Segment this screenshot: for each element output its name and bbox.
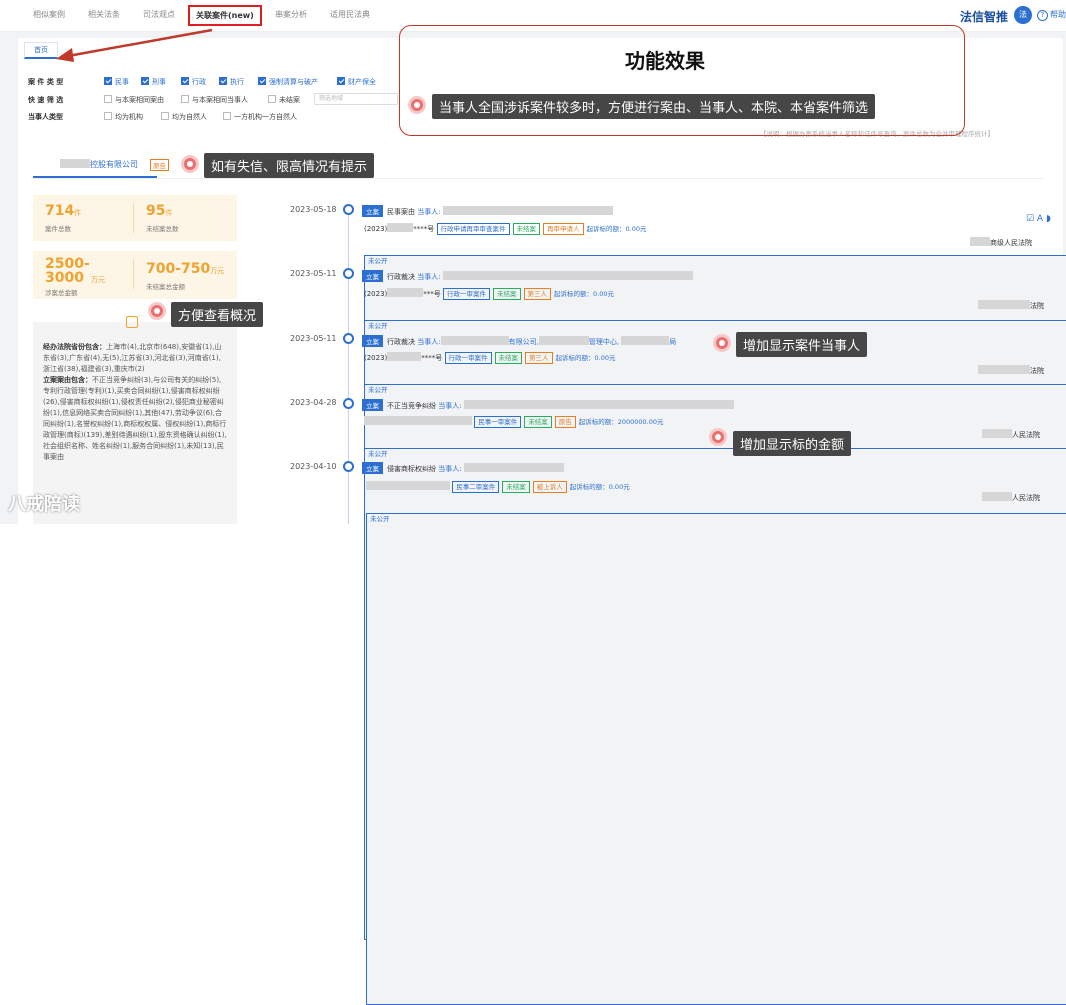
- case-date: 2023-04-10: [290, 462, 337, 471]
- reasons-title: 立案案由包含：: [43, 376, 92, 384]
- divider: [33, 178, 1043, 179]
- timeline-dot: [343, 461, 354, 472]
- case-date: 2023-05-18: [290, 205, 337, 214]
- annotation-amount: 增加显示标的金额: [733, 431, 852, 456]
- annotation-overview: 方便查看概况: [171, 302, 264, 327]
- case-header[interactable]: 立案 民事案由 当事人:: [362, 205, 613, 217]
- watermark: 八戒陪读: [8, 494, 80, 515]
- open-cases-label: 未结案总数: [146, 225, 179, 233]
- stats-cases: 714件 案件总数 95件 未结案总数: [33, 195, 237, 241]
- role-badge: 原告: [150, 159, 169, 171]
- pin-icon: [181, 155, 199, 173]
- open-amount-label: 未结案总金额: [146, 283, 185, 291]
- summary-icon[interactable]: [126, 316, 138, 328]
- case-details: (2023) ****号 行政申请再审审查案件 未结案 未公开 再审申请人 起诉标的额：0…: [364, 223, 1066, 747]
- pin-icon: [148, 302, 166, 320]
- court-name: 人民法院: [982, 429, 1040, 440]
- court-name: 法院: [978, 365, 1044, 376]
- case-header[interactable]: 立案 不正当竞争纠纷 当事人:: [362, 399, 734, 411]
- company-name[interactable]: 控股有限公司: [60, 159, 138, 170]
- timeline-axis: [348, 207, 349, 524]
- pin-icon: [713, 334, 731, 352]
- reasons-text: 不正当竞争纠纷(3),与公司有关的纠纷(5),专利行政管理(专利)(1),买卖合…: [43, 376, 227, 461]
- court-name: 商级人民法院: [970, 237, 1032, 248]
- pin-icon: [709, 428, 727, 446]
- open-amount-number: 700-750万元: [146, 261, 225, 277]
- case-date: 2023-05-11: [290, 269, 337, 278]
- court-name: 人民法院: [982, 492, 1040, 503]
- case-details: (2023) ****号 行政一审案件 未结案 未公开 第三人 起诉标的额：0.00元: [364, 352, 1066, 876]
- case-header[interactable]: 立案 侵害商标权纠纷 当事人:: [362, 462, 564, 474]
- total-cases-label: 案件总数: [45, 225, 71, 233]
- courts-title: 经办法院省份包含：: [43, 343, 106, 351]
- timeline-dot: [343, 268, 354, 279]
- side-tools[interactable]: ☑ A ◗: [1026, 214, 1051, 224]
- case-details: 民事二审案件 未结案 未公开 被上诉人 起诉标的额：0.00元: [366, 481, 1066, 1005]
- case-date: 2023-05-11: [290, 334, 337, 343]
- open-cases-number: 95件: [146, 203, 173, 219]
- court-name: 法院: [978, 300, 1044, 311]
- case-header[interactable]: 立案 行政裁决 当事人: 有限公司, 管理中心, 局: [362, 335, 676, 347]
- timeline-dot: [343, 204, 354, 215]
- total-cases-number: 714件: [45, 203, 82, 219]
- timeline-dot: [343, 398, 354, 409]
- timeline-dot: [343, 333, 354, 344]
- total-amount-label: 涉案总金额: [45, 289, 78, 297]
- case-details: 民事一审案件 未结案 未公开 原告 起诉标的额：2000000.00元: [364, 416, 1066, 940]
- annotation-credit: 如有失信、限高情况有提示: [204, 153, 375, 178]
- total-amount-number: 2500-3000 万元: [45, 256, 105, 286]
- stats-amount: 2500-3000 万元 涉案总金额 700-750万元 未结案总金额: [33, 251, 237, 299]
- annotation-parties: 增加显示案件当事人: [736, 332, 868, 357]
- case-header[interactable]: 立案 行政裁决 当事人:: [362, 270, 693, 282]
- case-date: 2023-04-28: [290, 398, 337, 407]
- case-details: (2023) ***号 行政一审案件 未结案 未公开 第三人 起诉标的额：0.00元: [364, 288, 1066, 812]
